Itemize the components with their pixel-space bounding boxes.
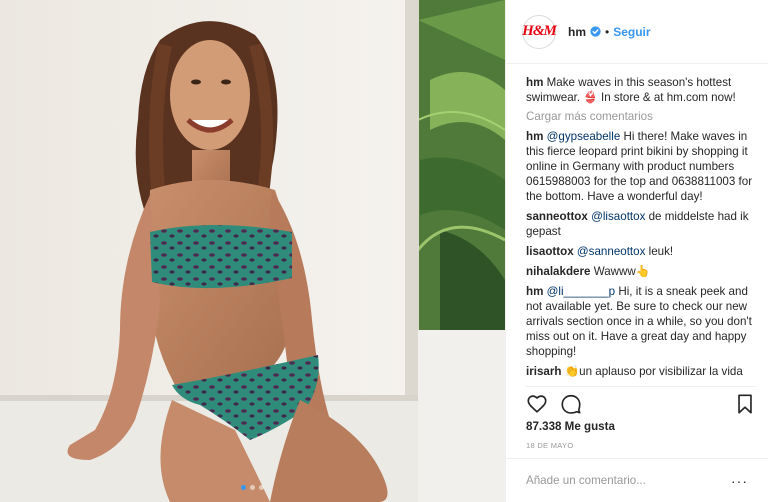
carousel-dot[interactable] — [259, 485, 264, 490]
caption-text: Make waves in this season's hottest swim… — [526, 76, 736, 104]
likes-count[interactable]: 87.338 Me gusta — [526, 420, 615, 433]
avatar-logo: H&M — [522, 23, 557, 39]
comment-username[interactable]: nihalakdere — [526, 265, 590, 278]
add-comment-bar: ··· — [506, 458, 768, 502]
post-side-panel: H&M hm • Seguir hm Make waves in this se… — [505, 0, 768, 502]
comment-mention[interactable]: @lisaottox — [591, 210, 645, 223]
comment: nihalakdere Wawww👆 — [526, 264, 754, 279]
comment-username[interactable]: lisaottox — [526, 245, 574, 258]
carousel-dot-active[interactable] — [241, 485, 246, 490]
add-comment-input[interactable] — [526, 474, 706, 487]
comment-text: 👏un aplauso por visibilizar la vida — [564, 365, 743, 378]
more-options-icon[interactable]: ··· — [731, 473, 748, 489]
caption-username[interactable]: hm — [526, 76, 543, 89]
comment-username[interactable]: sanneottox — [526, 210, 588, 223]
comment: lisaottox @sanneottox leuk! — [526, 244, 754, 259]
load-more-comments-button[interactable]: Cargar más comentarios — [526, 110, 754, 123]
header-username[interactable]: hm — [568, 25, 586, 39]
comment: irisarh 👏un aplauso por visibilizar la v… — [526, 364, 754, 379]
post-photo-illustration — [0, 0, 505, 502]
follow-button[interactable]: Seguir — [613, 25, 650, 39]
comment: hm @gypseabelle Hi there! Make waves in … — [526, 129, 754, 204]
comment-username[interactable]: hm — [526, 285, 543, 298]
comment-icon[interactable] — [560, 393, 582, 415]
comment: sanneottox @lisaottox de middelste had i… — [526, 209, 754, 239]
comment-text: Wawww👆 — [593, 265, 651, 278]
comment: hm @li_______p Hi, it is a sneak peek an… — [526, 284, 754, 359]
carousel-dots — [0, 485, 505, 490]
comment-username[interactable]: hm — [526, 130, 543, 143]
bookmark-icon[interactable] — [734, 393, 756, 415]
heart-icon[interactable] — [526, 393, 548, 415]
instagram-post: H&M hm • Seguir hm Make waves in this se… — [0, 0, 768, 502]
comments-list[interactable]: hm Make waves in this season's hottest s… — [506, 65, 768, 386]
comment-mention[interactable]: @li_______p — [547, 285, 616, 298]
post-date: 18 DE MAYO — [526, 441, 574, 450]
post-photo[interactable] — [0, 0, 505, 502]
post-actions — [526, 386, 756, 416]
post-header: H&M hm • Seguir — [506, 0, 768, 64]
avatar[interactable]: H&M — [522, 14, 557, 49]
carousel-dot[interactable] — [250, 485, 255, 490]
caption: hm Make waves in this season's hottest s… — [526, 75, 754, 105]
verified-badge-icon — [590, 26, 601, 37]
header-separator: • — [605, 24, 610, 39]
comment-text: leuk! — [645, 245, 674, 258]
comment-username[interactable]: irisarh — [526, 365, 561, 378]
comment-mention[interactable]: @gypseabelle — [547, 130, 621, 143]
comment-mention[interactable]: @sanneottox — [577, 245, 646, 258]
